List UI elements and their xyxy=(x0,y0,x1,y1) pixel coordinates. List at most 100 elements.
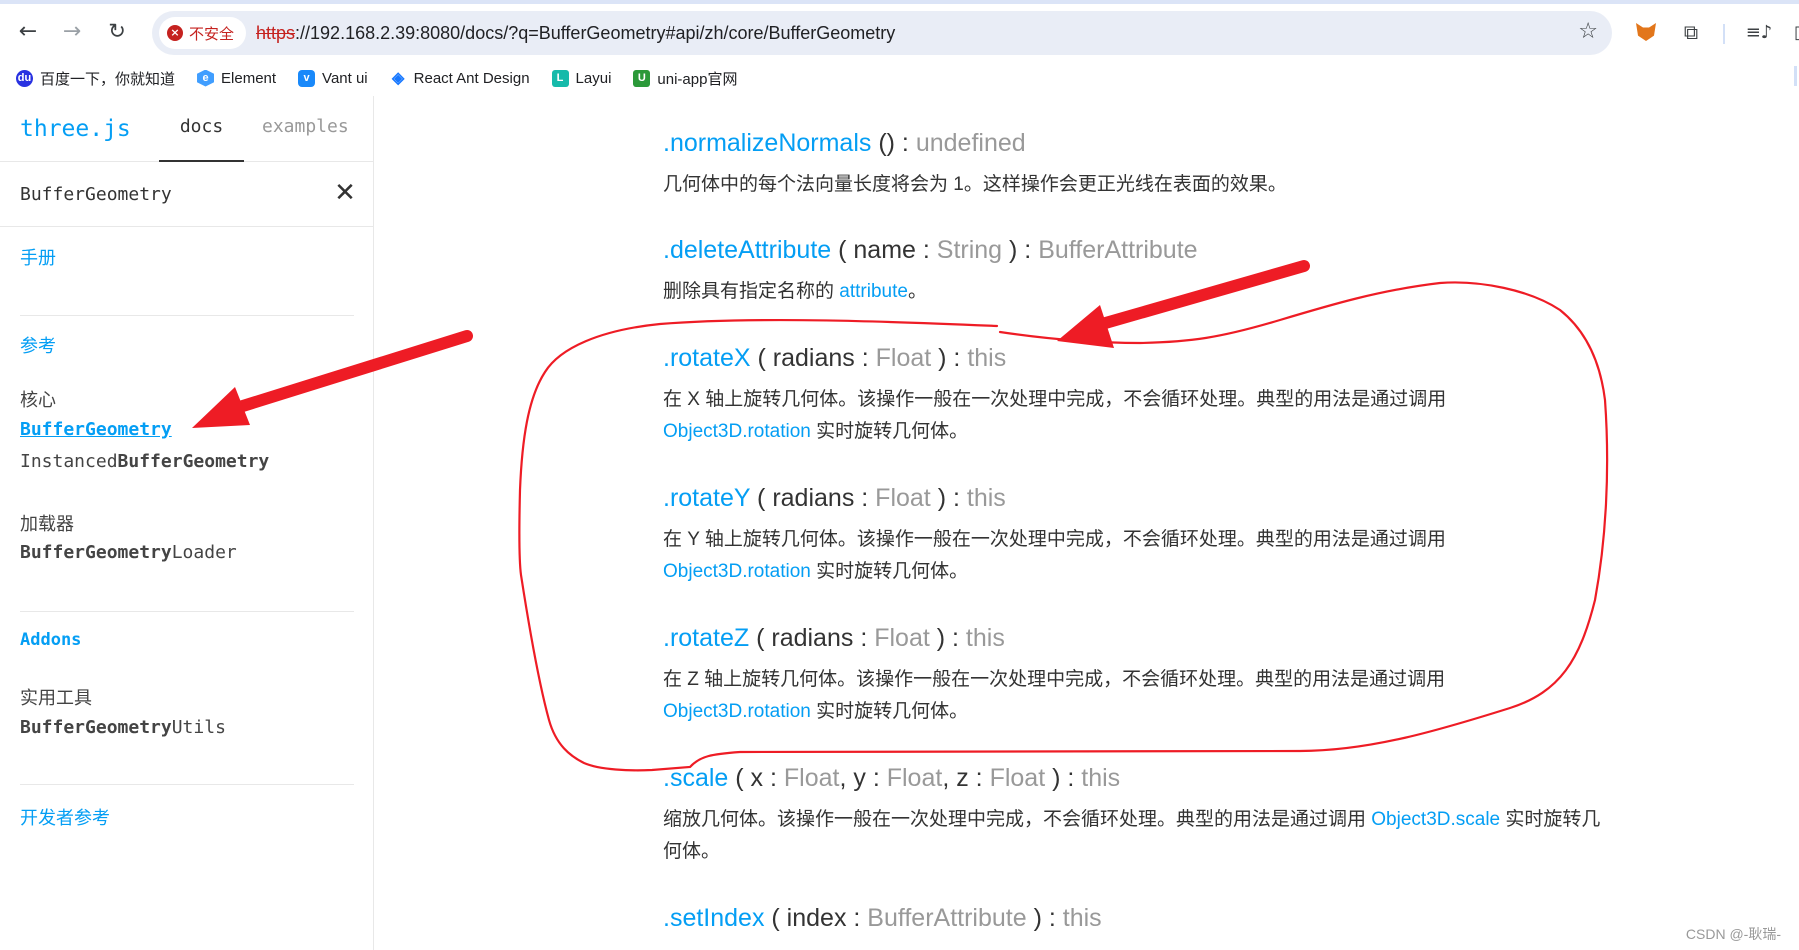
sidebar-divider xyxy=(20,315,354,316)
bookmark-label: uni-app官网 xyxy=(657,70,738,88)
return-type: BufferAttribute xyxy=(1038,236,1198,264)
param-name: radians xyxy=(772,344,855,372)
bookmarks-overflow-indicator xyxy=(1794,66,1797,86)
category-addons[interactable]: Addons xyxy=(20,630,354,650)
sidebar-search: ✕ xyxy=(0,162,373,227)
desc-text: 删除具有指定名称的 xyxy=(663,281,840,302)
fox-icon xyxy=(1636,23,1656,41)
method-rotatex: .rotateX ( radians : Float ) : this 在 X … xyxy=(663,341,1603,448)
star-icon: ☆ xyxy=(1578,19,1598,44)
bookmark-label: Element xyxy=(221,69,277,87)
bookmark-layui[interactable]: L Layui xyxy=(551,69,611,87)
group-core: 核心 xyxy=(20,390,56,411)
close-icon: ✕ xyxy=(334,178,356,208)
search-input[interactable] xyxy=(20,162,320,226)
param-type: Float xyxy=(886,764,943,792)
docs-content: .normalizeNormals () : undefined 几何体中的每个… xyxy=(375,96,1799,950)
object3d-rotation-link[interactable]: Object3D.rotation xyxy=(663,561,811,582)
attribute-link[interactable]: attribute xyxy=(839,281,908,302)
method-description: 在 Z 轴上旋转几何体。该操作一般在一次处理中完成，不会循环处理。典型的用法是通… xyxy=(663,664,1603,728)
method-rotatez: .rotateZ ( radians : Float ) : this 在 Z … xyxy=(663,621,1603,728)
media-control-button[interactable]: ≡♪ xyxy=(1745,18,1773,46)
ant-design-icon: ◈ xyxy=(391,70,405,87)
group-utils: 实用工具 xyxy=(20,688,92,709)
baidu-icon: du xyxy=(16,69,33,87)
method-name[interactable]: .scale xyxy=(663,764,728,792)
bookmark-uni-app[interactable]: Uuni-app官网 xyxy=(633,68,737,89)
method-name[interactable]: .deleteAttribute xyxy=(663,236,831,264)
method-signature: .deleteAttribute ( name : String ) : Buf… xyxy=(663,236,1198,264)
sidebar-item-instancedbuffergeometry[interactable]: InstancedBufferGeometry xyxy=(20,451,269,472)
method-description: 在 Y 轴上旋转几何体。该操作一般在一次处理中完成，不会循环处理。典型的用法是通… xyxy=(663,524,1603,588)
bookmark-label: 百度一下，你就知道 xyxy=(40,70,176,88)
category-reference[interactable]: 参考 xyxy=(20,332,354,358)
site-security-chip[interactable]: × 不安全 xyxy=(159,17,247,49)
reload-button[interactable]: ↻ xyxy=(100,14,134,48)
category-manual[interactable]: 手册 xyxy=(20,244,354,270)
param-type: Float xyxy=(874,624,930,652)
return-type: this xyxy=(1081,764,1121,792)
item-match: BufferGeometry xyxy=(117,451,270,472)
method-name[interactable]: .setIndex xyxy=(663,904,764,932)
category-developer-reference[interactable]: 开发者参考 xyxy=(20,804,354,830)
metamask-extension-button[interactable] xyxy=(1632,18,1660,46)
bookmark-label: React Ant Design xyxy=(413,69,530,87)
bookmark-vant[interactable]: v Vant ui xyxy=(298,69,368,87)
object3d-rotation-link[interactable]: Object3D.rotation xyxy=(663,421,811,442)
threejs-logo[interactable]: three.js xyxy=(20,116,131,142)
method-description: 几何体中的每个法向量长度将会为 1。这样操作会更正光线在表面的效果。 xyxy=(663,174,1287,195)
bookmark-star-button[interactable]: ☆ xyxy=(1578,19,1598,44)
sidebar-divider xyxy=(20,611,354,612)
vant-icon: v xyxy=(298,69,316,87)
back-button[interactable]: ← xyxy=(11,14,45,48)
tab-docs[interactable]: docs xyxy=(159,96,244,162)
group-loaders: 加载器 xyxy=(20,514,74,535)
param-name: radians xyxy=(772,484,855,512)
param-name: index xyxy=(786,904,847,932)
tab-examples[interactable]: examples xyxy=(262,96,349,162)
sidebar-item-buffergeometryutils[interactable]: BufferGeometryUtils xyxy=(20,717,226,738)
desc-text: 实时旋转几何体。 xyxy=(810,561,969,582)
return-type: this xyxy=(1062,904,1102,932)
return-type: this xyxy=(965,624,1005,652)
extensions-button[interactable]: ⧉ xyxy=(1677,18,1705,46)
uni-app-icon: U xyxy=(633,69,651,87)
clear-search-button[interactable]: ✕ xyxy=(330,178,360,208)
method-setindex: .setIndex ( index : BufferAttribute ) : … xyxy=(663,901,1603,935)
side-panel-button[interactable]: ▯ xyxy=(1785,18,1799,46)
address-bar[interactable]: × 不安全 https://192.168.2.39:8080/docs/?q=… xyxy=(152,11,1612,55)
method-name[interactable]: .rotateX xyxy=(663,344,751,372)
sidebar-item-buffergeometry[interactable]: BufferGeometry xyxy=(20,419,172,440)
object3d-rotation-link[interactable]: Object3D.rotation xyxy=(663,701,811,722)
method-name[interactable]: .rotateY xyxy=(663,484,750,512)
method-name[interactable]: .rotateZ xyxy=(663,624,749,652)
method-name[interactable]: .normalizeNormals xyxy=(663,129,871,157)
bookmark-element[interactable]: e Element xyxy=(197,69,277,87)
bookmark-label: Vant ui xyxy=(322,69,368,87)
forward-button[interactable]: → xyxy=(55,14,89,48)
bookmark-react-ant-design[interactable]: ◈ React Ant Design xyxy=(390,69,530,88)
reload-icon: ↻ xyxy=(108,19,126,43)
param-name: y xyxy=(853,764,866,792)
method-deleteattribute: .deleteAttribute ( name : String ) : Buf… xyxy=(663,233,1603,308)
desc-text: 实时旋转几何体。 xyxy=(810,701,969,722)
desc-text: 在 Y 轴上旋转几何体。该操作一般在一次处理中完成，不会循环处理。典型的用法是通… xyxy=(663,529,1446,550)
url-text[interactable]: https://192.168.2.39:8080/docs/?q=Buffer… xyxy=(256,11,895,55)
bookmark-baidu[interactable]: du 百度一下，你就知道 xyxy=(16,68,175,89)
item-match: BufferGeometry xyxy=(20,419,172,440)
puzzle-icon: ⧉ xyxy=(1683,20,1699,44)
item-match: BufferGeometry xyxy=(20,717,172,738)
return-type: undefined xyxy=(915,129,1026,157)
sidebar-item-buffergeometryloader[interactable]: BufferGeometryLoader xyxy=(20,542,237,563)
media-icon: ≡♪ xyxy=(1745,21,1773,43)
sidebar-divider xyxy=(20,784,354,785)
method-description: 缩放几何体。该操作一般在一次处理中完成，不会循环处理。典型的用法是通过调用 Ob… xyxy=(663,804,1603,868)
param-type: Float xyxy=(989,764,1046,792)
item-prefix: Instanced xyxy=(20,451,118,472)
desc-text: 实时旋转几何体。 xyxy=(810,421,969,442)
arrow-left-icon: ← xyxy=(18,18,38,44)
param-type: Float xyxy=(783,764,840,792)
object3d-scale-link[interactable]: Object3D.scale xyxy=(1371,809,1500,830)
arrow-right-icon: → xyxy=(62,18,82,44)
return-type: this xyxy=(967,344,1007,372)
